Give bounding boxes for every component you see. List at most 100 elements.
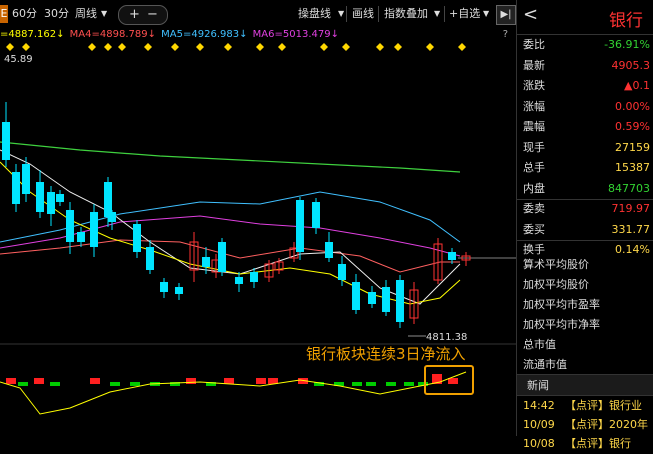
toolbar-divider [346, 6, 347, 22]
flow-bar [366, 382, 376, 386]
news-item[interactable]: 10/09 【点评】2020年 [523, 415, 653, 435]
event-flags [6, 43, 466, 51]
candle-body [47, 192, 55, 214]
event-flag-icon [104, 43, 112, 51]
news-time: 14:42 [523, 399, 555, 412]
event-flag-icon [144, 43, 152, 51]
ma-values: =4887.162↓ MA4=4898.789↓ MA5=4926.983↓ M… [0, 28, 516, 42]
candle-body [338, 264, 346, 280]
period-button-60min[interactable]: 60分 [12, 5, 37, 23]
flow-bar [130, 382, 140, 386]
quote-row: 最新 4905.3 [523, 56, 653, 76]
tool-pan-line[interactable]: 操盘线 [298, 5, 331, 23]
event-flag-icon [196, 43, 204, 51]
ma-long-line [0, 141, 461, 173]
event-flag-icon [458, 43, 466, 51]
candle-body [90, 212, 98, 247]
quote-label: 现手 [523, 140, 545, 154]
stat-row: 加权平均市盈率 [523, 298, 600, 311]
chevron-down-icon[interactable]: ▼ [101, 5, 107, 23]
news-header[interactable]: 新闻 [517, 374, 653, 396]
event-flag-icon [22, 43, 30, 51]
zoom-out-button[interactable]: − [147, 6, 158, 24]
flow-bar [448, 378, 458, 384]
quote-label: 最新 [523, 58, 545, 72]
stat-row: 加权平均市净率 [523, 318, 600, 331]
chevron-down-icon[interactable]: ▼ [338, 5, 344, 23]
candle-body [22, 164, 30, 194]
ma-red-line [0, 239, 460, 273]
flow-bar [386, 382, 396, 386]
period-button-e[interactable]: E [0, 5, 8, 23]
news-text: 【点评】银行 [565, 437, 631, 450]
quote-value: 331.77 [611, 222, 651, 236]
stat-row: 加权平均股价 [523, 278, 589, 291]
quote-value: -36.91% [604, 38, 650, 51]
quote-row: 委比 -36.91% [523, 35, 653, 55]
event-flag-icon [376, 43, 384, 51]
news-text: 【点评】2020年 [565, 418, 648, 431]
news-item[interactable]: 14:42 【点评】银行业 [523, 396, 653, 416]
candle-body [235, 277, 243, 284]
period-button-30min[interactable]: 30分 [44, 5, 69, 23]
flow-bar [256, 378, 266, 384]
quote-value: 4905.3 [611, 58, 651, 72]
flow-bar [6, 378, 16, 384]
tool-draw-line[interactable]: 画线 [352, 5, 374, 23]
candle-body [352, 282, 360, 310]
flow-bar [90, 378, 100, 384]
news-item[interactable]: 10/08 【点评】银行 [523, 434, 653, 454]
kline-chart[interactable]: 45.89 4811.38 银行板块连续3日净流入 [0, 42, 516, 436]
quote-label: 涨跌 [523, 79, 545, 92]
tool-index-overlay[interactable]: 指数叠加 [384, 5, 428, 23]
collapse-panel-button[interactable]: ▶| [496, 5, 516, 25]
zoom-control: + − [118, 5, 168, 25]
flow-bar [186, 378, 196, 384]
quote-label: 委卖 [523, 202, 545, 215]
capital-inflow-annotation: 银行板块连续3日净流入 [306, 345, 466, 363]
candle-body [160, 282, 168, 292]
help-icon[interactable]: ? [503, 28, 508, 42]
event-flag-icon [88, 43, 96, 51]
candle-body [36, 182, 44, 212]
quote-value: 27159 [615, 140, 650, 154]
candle-body [12, 172, 20, 204]
quote-value: 0.59% [615, 120, 650, 133]
candle-body [108, 212, 116, 222]
quote-row: 涨幅 0.00% [523, 97, 653, 117]
add-favorite-button[interactable]: +自选 [449, 5, 480, 23]
back-icon[interactable]: < [523, 4, 538, 25]
quote-label: 委比 [523, 38, 545, 51]
candle-body [396, 280, 404, 322]
toolbar: E 60分 30分 周线 ▼ + − 操盘线 ▼ 画线 指数叠加 ▼ +自选 ▼… [0, 0, 516, 28]
panel-header: < 银行 [517, 0, 653, 35]
candle-body [77, 232, 85, 242]
news-time: 10/08 [523, 437, 555, 450]
chevron-down-icon[interactable]: ▼ [483, 5, 489, 23]
candle-body [146, 247, 154, 270]
flow-bar [352, 382, 362, 386]
event-flag-icon [342, 43, 350, 51]
news-text: 【点评】银行业 [565, 399, 642, 412]
candle-body [66, 210, 74, 242]
flow-bar [404, 382, 414, 386]
period-button-week[interactable]: 周线 [75, 5, 97, 23]
candle-body [312, 202, 320, 228]
event-flag-icon [278, 43, 286, 51]
quote-value: 0.00% [615, 99, 650, 113]
quote-row: 涨跌 ▲0.1 [523, 76, 653, 96]
quote-label: 涨幅 [523, 99, 545, 113]
chevron-down-icon[interactable]: ▼ [434, 5, 440, 23]
flow-bar [34, 378, 44, 384]
flow-bar [18, 382, 28, 386]
candle-body [2, 122, 10, 160]
stat-row: 流通市值 [523, 358, 567, 371]
quote-value: ▲0.1 [624, 79, 650, 92]
quote-row: 震幅 0.59% [523, 117, 653, 137]
candle-body [175, 287, 183, 294]
zoom-in-button[interactable]: + [129, 6, 140, 24]
news-title: 新闻 [527, 379, 549, 392]
quote-label: 内盘 [523, 181, 545, 195]
candlesticks [2, 102, 471, 328]
quote-value: 847703 [608, 181, 650, 195]
